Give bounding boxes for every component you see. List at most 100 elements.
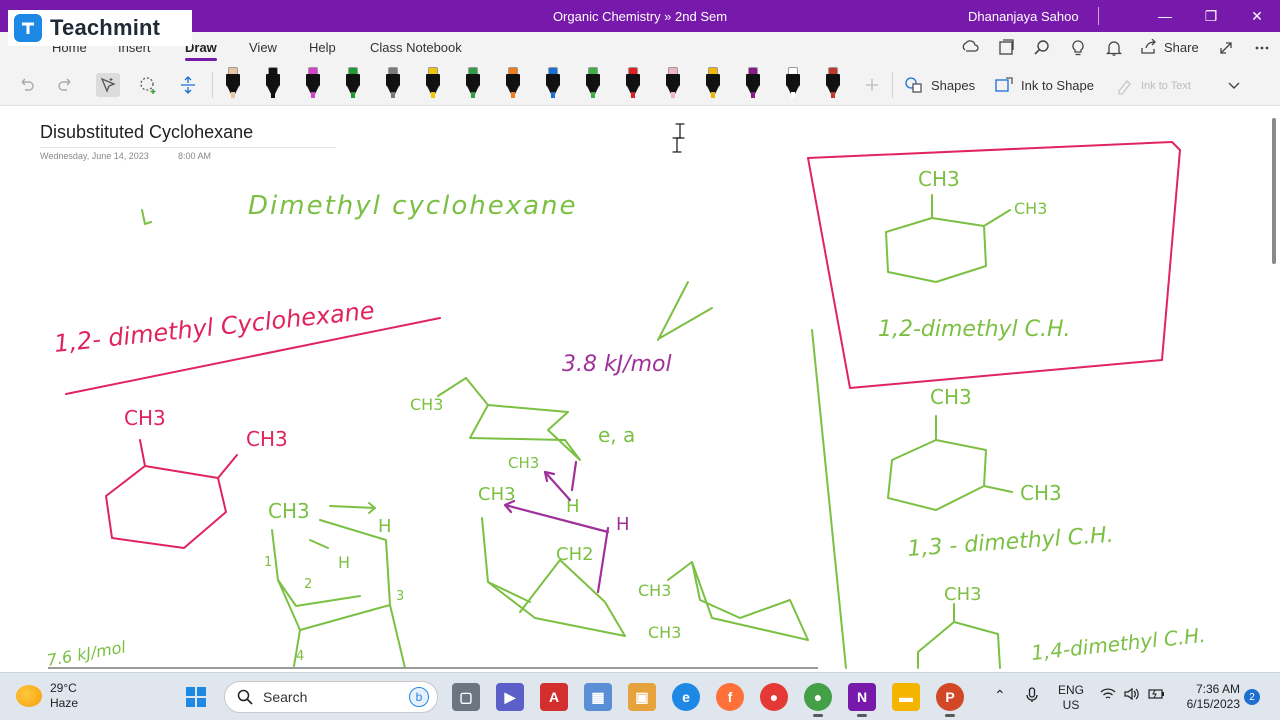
calculator-icon[interactable]: ▦ — [584, 683, 612, 711]
ink-ch3-label: CH3 — [1014, 199, 1047, 218]
pen-16[interactable] — [822, 64, 844, 102]
pen-12[interactable] — [662, 64, 684, 102]
tab-view[interactable]: View — [249, 40, 277, 55]
ink-divider — [811, 329, 847, 669]
shapes-label: Shapes — [931, 77, 976, 93]
teachmint-logo: Teachmint — [8, 10, 192, 46]
horizontal-scrollbar[interactable] — [48, 667, 818, 669]
add-space-icon[interactable] — [176, 73, 200, 97]
firefox-icon[interactable]: f — [716, 683, 744, 711]
wifi-icon[interactable] — [1100, 687, 1116, 704]
pen-14[interactable] — [742, 64, 764, 102]
volume-icon[interactable] — [1124, 687, 1140, 704]
store-icon[interactable]: ▣ — [628, 683, 656, 711]
ink-h-label: H — [616, 514, 630, 535]
acrobat-icon[interactable]: A — [540, 683, 568, 711]
pen-5[interactable] — [382, 64, 404, 102]
add-pen-icon[interactable] — [860, 73, 884, 97]
draw-toolbar: Shapes Ink to Shape Ink to Text — [0, 62, 1280, 106]
weather-widget[interactable]: 29°C Haze — [16, 681, 78, 711]
lasso-select-icon[interactable] — [96, 73, 120, 97]
purple-arrows — [503, 460, 610, 594]
search-icon[interactable] — [1032, 38, 1052, 58]
ink-ch3-label: CH3 — [508, 454, 539, 472]
pen-6[interactable] — [422, 64, 444, 102]
chrome-profile-icon[interactable]: ● — [804, 683, 832, 717]
pen-7[interactable] — [462, 64, 484, 102]
clock-time[interactable]: 7:36 AM — [1176, 682, 1240, 697]
pen-8[interactable] — [502, 64, 524, 102]
language-region[interactable]: US — [1056, 698, 1086, 713]
clock-date[interactable]: 6/15/2023 — [1176, 697, 1240, 712]
language-code[interactable]: ENG — [1056, 683, 1086, 698]
shapes-button[interactable]: Shapes — [904, 76, 975, 94]
file-explorer-icon[interactable]: ▬ — [892, 683, 920, 711]
pen-9[interactable] — [542, 64, 564, 102]
ink-ch3-label: CH3 — [246, 427, 288, 451]
more-icon[interactable] — [1252, 38, 1272, 58]
toolbar-divider — [892, 72, 893, 98]
ink-to-text-icon — [1118, 80, 1131, 95]
tab-class-notebook[interactable]: Class Notebook — [370, 40, 462, 55]
pen-2[interactable] — [262, 64, 284, 102]
share-button[interactable]: Share — [1140, 36, 1199, 58]
pen-3[interactable] — [302, 64, 324, 102]
pen-13[interactable] — [702, 64, 724, 102]
ink-caption-13: 1,3 - dimethyl C.H. — [907, 523, 1115, 562]
close-button[interactable]: ✕ — [1234, 0, 1280, 32]
ink-check — [657, 281, 713, 341]
ribbon-tabs: Home Insert Draw View Help Class Noteboo… — [0, 32, 1280, 62]
share-icon — [1141, 39, 1156, 54]
pen-4[interactable] — [342, 64, 364, 102]
restore-button[interactable]: ❐ — [1188, 0, 1234, 32]
chrome-icon[interactable]: ● — [760, 683, 788, 711]
green-cyclohexane — [917, 603, 1001, 669]
tab-help[interactable]: Help — [309, 40, 336, 55]
sync-icon[interactable] — [960, 38, 980, 58]
edge-icon[interactable]: e — [672, 683, 700, 711]
redo-icon[interactable] — [54, 73, 78, 97]
teams-icon[interactable]: ▶ — [496, 683, 524, 711]
start-button[interactable] — [182, 683, 210, 711]
ink-ch3-label: CH3 — [638, 581, 671, 600]
search-placeholder: Search — [263, 689, 308, 705]
lightbulb-icon[interactable] — [1068, 38, 1088, 58]
expand-icon[interactable] — [1216, 38, 1236, 58]
vertical-scrollbar[interactable] — [1272, 118, 1276, 264]
user-name[interactable]: Dhananjaya Sahoo — [968, 9, 1079, 24]
onenote-icon[interactable]: N — [848, 683, 876, 717]
bell-icon[interactable] — [1104, 38, 1124, 58]
sun-icon — [16, 685, 42, 707]
notification-badge[interactable]: 2 — [1244, 689, 1260, 705]
undo-icon[interactable] — [14, 73, 38, 97]
ring-number: 3 — [396, 589, 404, 604]
pen-1[interactable] — [222, 64, 244, 102]
minimize-button[interactable]: — — [1142, 0, 1188, 32]
ink-to-shape-button[interactable]: Ink to Shape — [994, 76, 1094, 94]
page-icon[interactable] — [996, 38, 1016, 58]
ink-to-shape-label: Ink to Shape — [1021, 77, 1094, 93]
window-title: Organic Chemistry » 2nd Sem — [552, 8, 728, 24]
task-view-icon[interactable]: ▢ — [452, 683, 480, 711]
ink-ch3-label: CH3 — [930, 385, 972, 409]
taskbar: 29°C Haze Search b ▢ ▶ A ▦ ▣ e f ● ● N ▬… — [0, 672, 1280, 720]
title-separator — [1098, 7, 1099, 25]
lasso-icon[interactable] — [136, 73, 160, 97]
ink-ch3-label: CH3 — [648, 623, 681, 642]
pen-15[interactable] — [782, 64, 804, 102]
chevron-down-icon[interactable] — [1222, 73, 1246, 97]
pen-11[interactable] — [622, 64, 644, 102]
taskbar-search[interactable]: Search b — [224, 681, 438, 713]
microphone-icon[interactable] — [1026, 687, 1038, 706]
ink-canvas[interactable]: Dimethyl cyclohexane 1,2- dimethyl Cyclo… — [0, 106, 1280, 670]
bing-icon[interactable]: b — [409, 687, 429, 707]
ink-to-text-button[interactable]: Ink to Text — [1116, 77, 1191, 95]
chevron-up-icon[interactable]: ⌃ — [994, 687, 1006, 704]
text-cursor-icon — [672, 123, 685, 153]
weather-temp: 29°C — [50, 681, 77, 695]
chair-conformation — [667, 561, 809, 641]
pen-10[interactable] — [582, 64, 604, 102]
battery-icon[interactable] — [1148, 687, 1166, 704]
teachmint-mark-icon — [14, 14, 42, 42]
powerpoint-icon[interactable]: P — [936, 683, 964, 717]
